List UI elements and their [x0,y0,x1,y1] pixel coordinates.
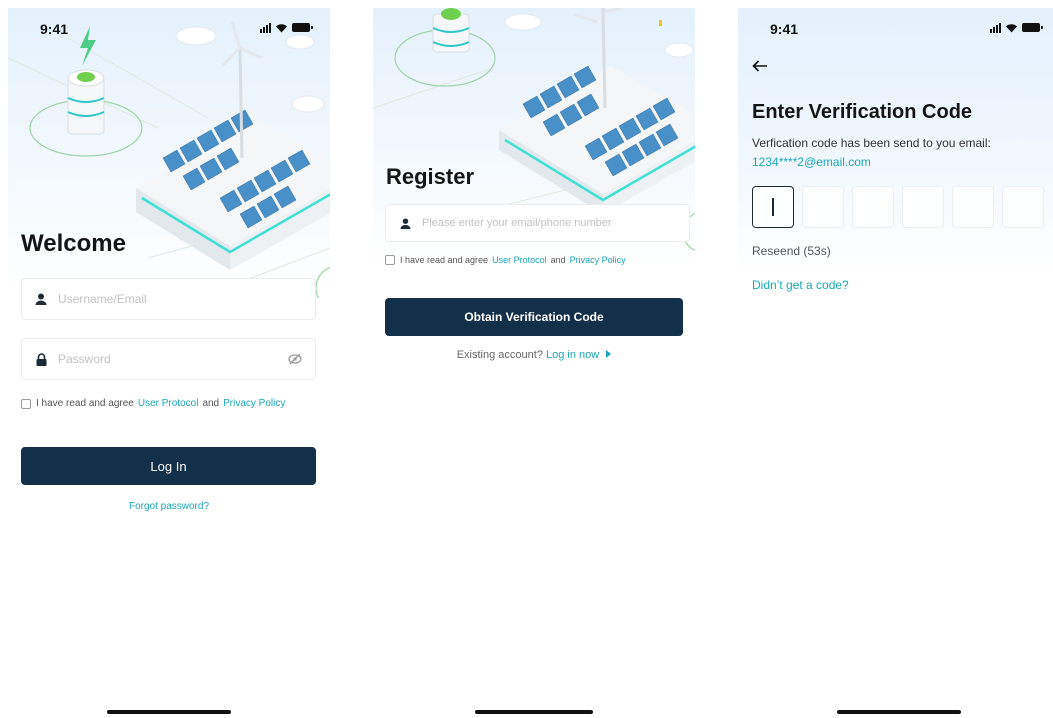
lock-icon [34,352,48,366]
agree-text: I have read and agree [36,398,134,409]
no-code-link[interactable]: Didn’t get a code? [752,278,849,292]
existing-account-text: Existing account? [456,349,543,361]
login-screen: 9:41 Welcome Username/Email Password I h… [8,8,330,718]
sent-text: Verfication code has been send to you em… [752,136,991,150]
agree-and: and [550,255,566,265]
otp-input-row [752,186,1044,228]
otp-digit-4[interactable] [902,186,944,228]
login-prompt-row: Existing account? Log in now [373,349,695,361]
wifi-icon [1006,24,1017,33]
agree-checkbox[interactable] [21,398,31,409]
agree-text: I have read and agree [400,255,489,265]
status-time: 9:41 [770,21,799,37]
user-icon [34,292,48,306]
status-bar: 9:41 [738,8,1053,48]
status-bar: 9:41 [8,8,330,48]
otp-digit-3[interactable] [852,186,894,228]
contact-field[interactable]: Please enter your email/phone number [385,204,690,242]
agreement-row: I have read and agree User Protocol and … [21,398,285,409]
resend-timer[interactable]: Reseend (53s) [752,244,831,258]
register-screen: Register Please enter your email/phone n… [373,8,695,718]
contact-placeholder: Please enter your email/phone number [422,217,612,229]
agree-and: and [202,398,220,409]
page-title: Welcome [21,230,126,257]
forgot-password-link[interactable]: Forgot password? [8,501,330,512]
email-address: 1234****2@email.com [752,155,871,169]
privacy-policy-link[interactable]: Privacy Policy [223,398,285,409]
status-time: 9:41 [40,21,69,37]
back-arrow-icon[interactable] [752,60,768,72]
username-placeholder: Username/Email [58,292,147,306]
privacy-policy-link[interactable]: Privacy Policy [570,255,626,265]
login-button[interactable]: Log In [21,447,316,485]
signal-icon [990,22,1001,33]
chevron-right-icon [606,350,612,358]
battery-icon [292,23,313,32]
battery-icon [1022,23,1043,32]
verification-screen: 9:41 Enter Verification Code Verfication… [738,8,1053,718]
wifi-icon [276,24,287,33]
obtain-code-button[interactable]: Obtain Verification Code [385,298,683,336]
eye-off-icon[interactable] [287,352,303,366]
user-protocol-link[interactable]: User Protocol [492,255,547,265]
password-field[interactable]: Password [21,338,316,380]
otp-digit-2[interactable] [802,186,844,228]
otp-digit-1[interactable] [752,186,794,228]
otp-digit-6[interactable] [1002,186,1044,228]
signal-icon [260,22,271,33]
password-placeholder: Password [58,352,111,366]
home-indicator [107,710,231,714]
login-now-link[interactable]: Log in now [546,349,599,361]
otp-digit-5[interactable] [952,186,994,228]
username-field[interactable]: Username/Email [21,278,316,320]
user-icon [398,216,412,230]
home-indicator [837,710,961,714]
agree-checkbox[interactable] [385,255,395,265]
page-title: Register [386,164,475,189]
agreement-row: I have read and agree User Protocol and … [385,255,626,265]
page-title: Enter Verification Code [752,101,973,123]
home-indicator [475,710,593,714]
user-protocol-link[interactable]: User Protocol [138,398,199,409]
